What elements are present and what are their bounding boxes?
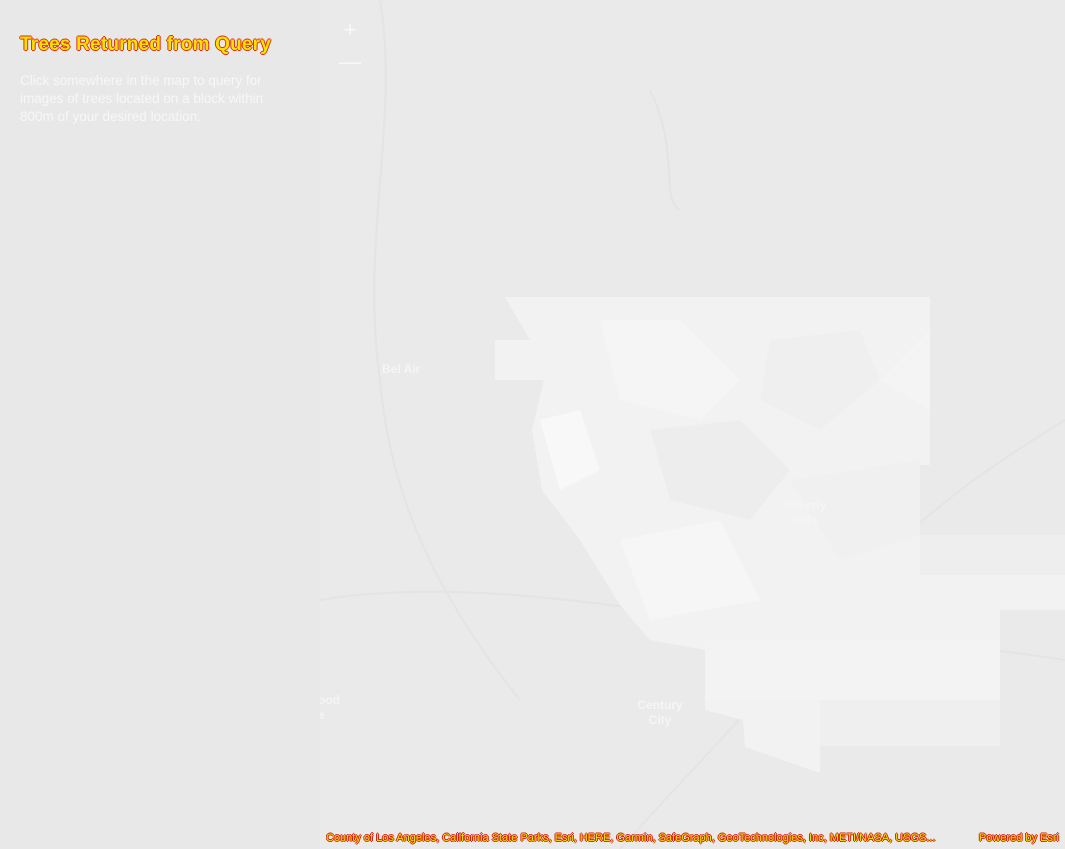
zoom-in-button[interactable]: + [334,14,366,46]
plus-icon: + [343,17,357,42]
zoom-out-button[interactable]: — [334,46,366,78]
place-label-beverly-hills: Beverly Hills [783,498,827,527]
panel-title: Trees Returned from Query [20,34,272,55]
place-label-bel-air: Bel Air [382,362,421,376]
minus-icon: — [339,49,361,74]
zoom-controls: + — [334,14,366,78]
map-view[interactable]: + — Bel Air Beverly Hills Century City o… [320,0,1065,849]
attribution-text[interactable]: County of Los Angeles, California State … [326,829,966,847]
basemap-layer [320,0,1065,849]
sidebar-panel: Trees Returned from Query Click somewher… [0,0,320,849]
map-attribution: County of Los Angeles, California State … [320,829,1065,847]
place-label-westwood: ood e [320,693,340,722]
tree-blocks-layer [495,297,1065,773]
powered-by-esri-link[interactable]: Powered by Esri [979,829,1059,847]
place-label-century-city: Century City [637,698,683,727]
panel-description: Click somewhere in the map to query for … [20,73,264,124]
